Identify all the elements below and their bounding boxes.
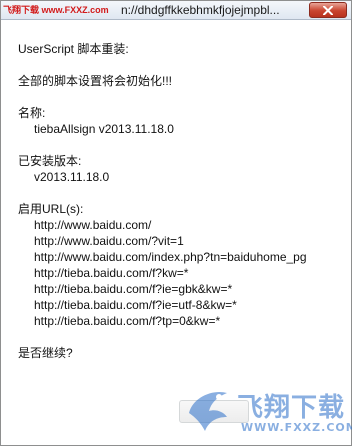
- watermark: 飞翔下载 WWW.FXXZ.COM: [177, 381, 352, 443]
- site-logo: 飞翔下载 www.FXXZ.com: [3, 5, 109, 15]
- name-label: 名称:: [18, 106, 46, 120]
- watermark-url: WWW.FXXZ.COM: [241, 421, 352, 434]
- dialog-header: UserScript 脚本重装:: [18, 42, 129, 56]
- url-item: http://tieba.baidu.com/f?ie=utf-8&kw=*: [34, 298, 237, 312]
- enabled-urls-label: 启用URL(s):: [18, 202, 84, 216]
- url-item: http://www.baidu.com/?vit=1: [34, 234, 184, 248]
- url-item: http://www.baidu.com/index.php?tn=baiduh…: [34, 250, 307, 264]
- url-item: http://tieba.baidu.com/f?tp=0&kw=*: [34, 314, 221, 328]
- close-icon: [323, 5, 333, 15]
- window-title: n://dhdgffkkebhmkfjojejmpbl...: [121, 3, 280, 17]
- url-item: http://tieba.baidu.com/f?ie=gbk&kw=*: [34, 282, 233, 296]
- installed-version-value: v2013.11.18.0: [34, 170, 110, 184]
- bird-logo-icon: [189, 391, 227, 431]
- continue-prompt: 是否继续?: [18, 346, 73, 360]
- watermark-brand: 飞翔下载: [237, 393, 346, 423]
- dialog-message: UserScript 脚本重装: 全部的脚本设置将会初始化!!! 名称: tie…: [18, 41, 348, 361]
- name-value: tiebaAllsign v2013.11.18.0: [34, 122, 174, 136]
- url-item: http://www.baidu.com/: [34, 218, 152, 232]
- dialog-window: 飞翔下载 www.FXXZ.com n://dhdgffkkebhmkfjoje…: [0, 0, 352, 446]
- title-bar[interactable]: 飞翔下载 www.FXXZ.com n://dhdgffkkebhmkfjoje…: [1, 1, 351, 20]
- close-button[interactable]: [309, 2, 347, 18]
- reset-warning: 全部的脚本设置将会初始化!!!: [18, 74, 173, 88]
- installed-version-label: 已安装版本:: [18, 154, 82, 168]
- url-item: http://tieba.baidu.com/f?kw=*: [34, 266, 189, 280]
